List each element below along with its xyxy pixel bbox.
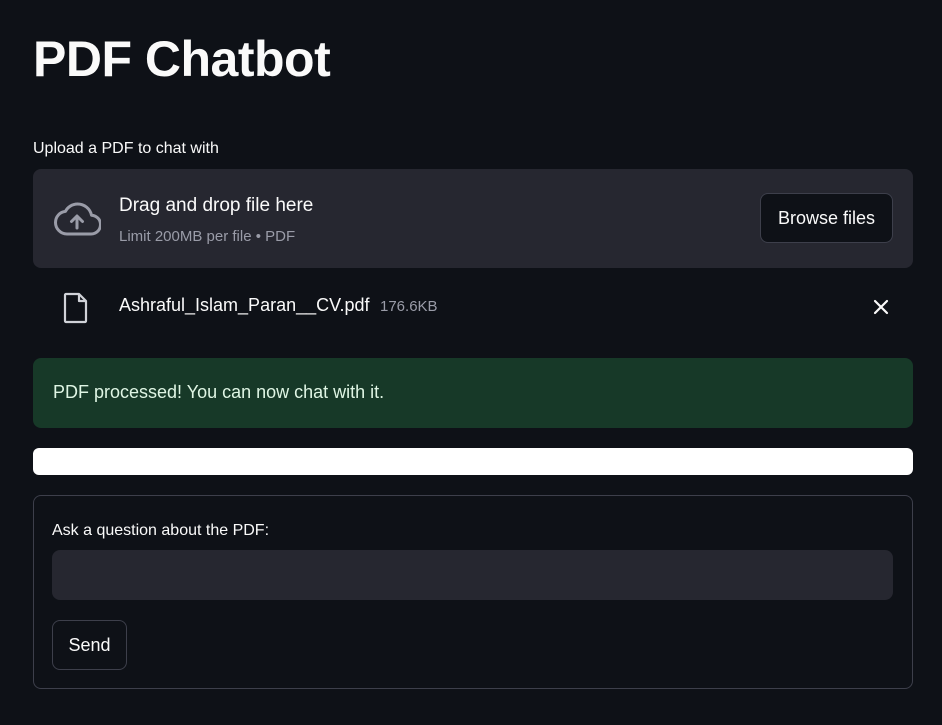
send-button[interactable]: Send — [52, 620, 127, 670]
uploaded-file-row: Ashraful_Islam_Paran__CV.pdf 176.6KB — [33, 285, 913, 329]
success-message: PDF processed! You can now chat with it. — [53, 382, 385, 402]
file-name: Ashraful_Islam_Paran__CV.pdf — [119, 295, 370, 315]
file-dropzone[interactable]: Drag and drop file here Limit 200MB per … — [33, 169, 913, 268]
question-label: Ask a question about the PDF: — [52, 522, 270, 539]
close-icon[interactable] — [871, 297, 891, 317]
browse-files-button[interactable]: Browse files — [760, 193, 893, 243]
upload-label: Upload a PDF to chat with — [33, 140, 219, 157]
success-alert: PDF processed! You can now chat with it. — [33, 358, 913, 428]
dropzone-title: Drag and drop file here — [119, 195, 314, 216]
cloud-upload-icon — [54, 202, 101, 236]
progress-bar — [33, 448, 913, 475]
page-title: PDF Chatbot — [33, 31, 331, 87]
question-input[interactable] — [52, 550, 893, 600]
chat-form: Ask a question about the PDF: Send — [33, 495, 913, 689]
file-size: 176.6KB — [380, 298, 438, 315]
file-icon — [63, 292, 88, 324]
dropzone-subtitle: Limit 200MB per file • PDF — [119, 228, 296, 245]
app-page: PDF Chatbot Upload a PDF to chat with Dr… — [0, 0, 942, 725]
progress-fill — [33, 448, 913, 475]
